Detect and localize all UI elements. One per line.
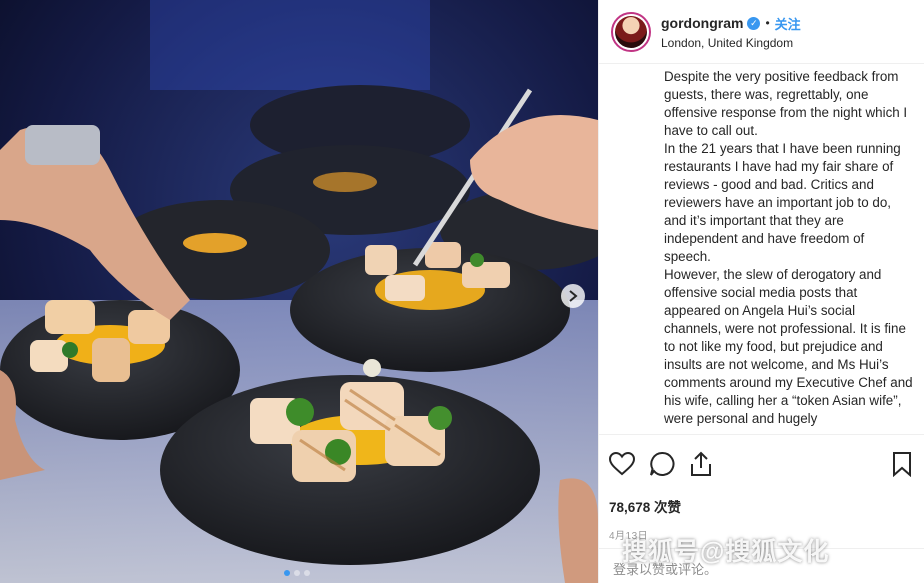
comment-button[interactable] [649,451,675,477]
save-button[interactable] [892,451,912,477]
post-header: gordongram ✓ • 关注 London, United Kingdom [599,0,924,64]
share-button[interactable] [689,451,713,477]
caption-text: Despite the very positive feedback from … [599,64,924,434]
verified-badge-icon: ✓ [747,16,761,30]
separator-dot: • [765,16,770,30]
username-link[interactable]: gordongram [661,15,743,31]
carousel-dot [294,570,300,576]
instagram-post: gordongram ✓ • 关注 London, United Kingdom… [0,0,924,583]
follow-button[interactable]: 关注 [775,14,801,33]
share-icon [691,451,711,476]
avatar[interactable] [611,11,651,52]
avatar-image [615,15,647,48]
chevron-right-icon [569,290,578,302]
carousel-dot [304,570,310,576]
comment-icon [650,451,675,476]
carousel-dot [284,570,290,576]
heart-icon [609,452,635,476]
post-side-panel: gordongram ✓ • 关注 London, United Kingdom… [598,0,924,583]
like-count[interactable]: 78,678 次赞 [609,496,912,516]
bookmark-icon [893,452,911,477]
next-slide-button[interactable] [561,284,585,308]
carousel-indicator [284,570,314,576]
watermark-text: 搜狐号@搜狐文化 [622,538,830,566]
action-bar: 78,678 次赞 4月13日 [599,434,924,542]
user-info: gordongram ✓ • 关注 London, United Kingdom [661,14,801,50]
caption-paragraph: However, the slew of derogatory and offe… [664,267,913,426]
caption-paragraph: In the 21 years that I have been running… [664,141,901,264]
user-line: gordongram ✓ • 关注 [661,14,801,33]
action-icons [609,449,912,479]
location-link[interactable]: London, United Kingdom [661,36,801,50]
caption-paragraph: Despite the very positive feedback from … [664,69,908,138]
post-photo[interactable] [0,0,598,583]
food-plates-illustration [0,0,598,583]
like-button[interactable] [609,452,635,476]
